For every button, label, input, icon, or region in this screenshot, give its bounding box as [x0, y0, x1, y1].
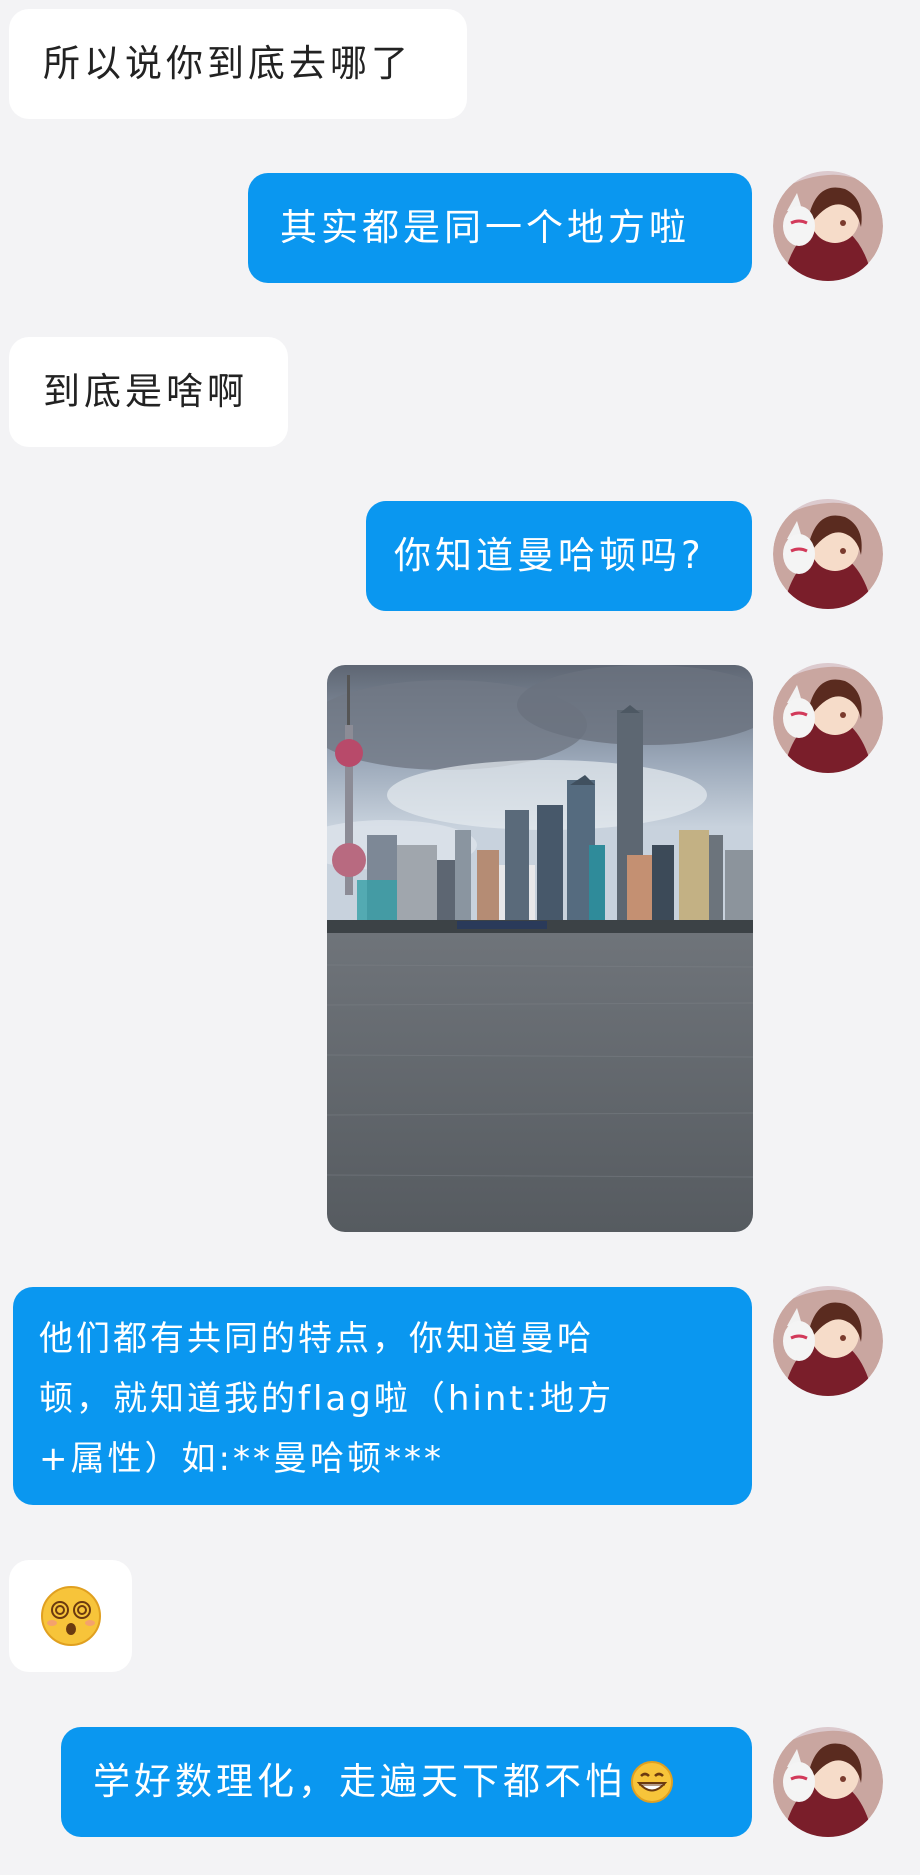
message-text-line: +属性）如:**曼哈顿***: [39, 1439, 444, 1479]
message-text: 你知道曼哈顿吗?: [394, 534, 705, 577]
avatar[interactable]: [773, 1286, 883, 1396]
message-text: 其实都是同一个地方啦: [280, 206, 690, 249]
message-bubble-incoming[interactable]: 所以说你到底去哪了: [9, 9, 467, 119]
anime-girl-avatar-icon: [773, 663, 883, 773]
message-bubble-outgoing[interactable]: 学好数理化，走遍天下都不怕: [61, 1727, 752, 1837]
message-bubble-incoming[interactable]: [9, 1560, 132, 1672]
anime-girl-avatar-icon: [773, 171, 883, 281]
message-bubble-incoming[interactable]: 到底是啥啊: [9, 337, 288, 447]
dizzy-face-emoji-icon: [40, 1586, 101, 1646]
avatar[interactable]: [773, 499, 883, 609]
message-text: 学好数理化，走遍天下都不怕: [93, 1760, 626, 1803]
avatar[interactable]: [773, 1727, 883, 1837]
anime-girl-avatar-icon: [773, 499, 883, 609]
city-skyline-photo: [327, 665, 753, 1232]
message-text: 所以说你到底去哪了: [43, 42, 412, 85]
anime-girl-avatar-icon: [773, 1286, 883, 1396]
avatar[interactable]: [773, 171, 883, 281]
message-text: 到底是啥啊: [43, 370, 248, 413]
avatar[interactable]: [773, 663, 883, 773]
message-text-line: 他们都有共同的特点，你知道曼哈: [39, 1319, 594, 1359]
message-image[interactable]: [327, 665, 753, 1232]
message-bubble-outgoing[interactable]: 他们都有共同的特点，你知道曼哈 顿，就知道我的flag啦（hint:地方 +属性…: [13, 1287, 752, 1505]
message-bubble-outgoing[interactable]: 其实都是同一个地方啦: [248, 173, 752, 283]
anime-girl-avatar-icon: [773, 1727, 883, 1837]
message-bubble-outgoing[interactable]: 你知道曼哈顿吗?: [366, 501, 752, 611]
grinning-face-emoji-icon: [631, 1761, 673, 1803]
message-text-line: 顿，就知道我的flag啦（hint:地方: [39, 1379, 615, 1419]
